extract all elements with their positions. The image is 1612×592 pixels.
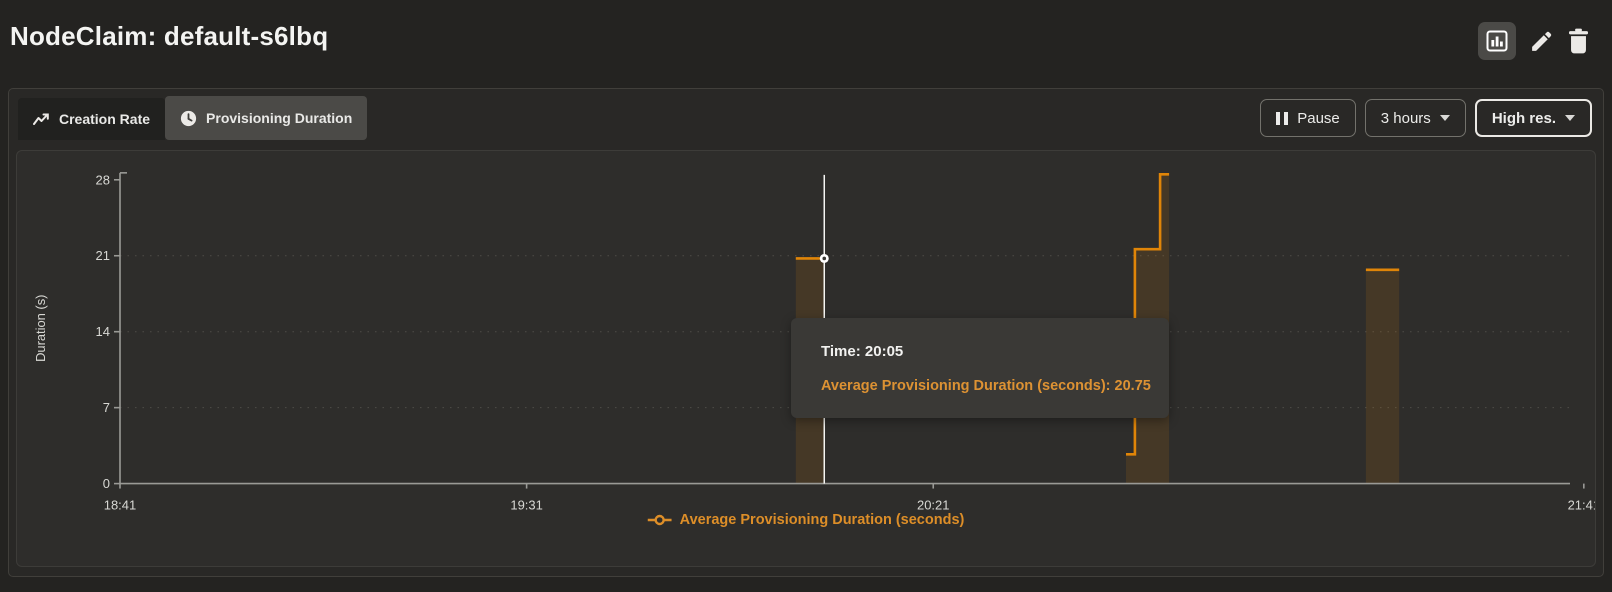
time-range-select[interactable]: 3 hours (1365, 99, 1466, 137)
header-actions (1478, 21, 1590, 61)
legend-marker-icon (648, 514, 672, 526)
svg-text:19:31: 19:31 (510, 497, 543, 512)
svg-text:21:41: 21:41 (1568, 497, 1595, 512)
svg-text:21: 21 (96, 248, 110, 263)
tab-label: Provisioning Duration (206, 110, 352, 126)
y-axis-title: Duration (s) (33, 295, 48, 362)
tooltip-time: Time: 20:05 (821, 343, 1151, 360)
edit-button[interactable] (1529, 29, 1554, 54)
svg-text:7: 7 (103, 400, 110, 415)
svg-text:0: 0 (103, 476, 110, 491)
legend-label: Average Provisioning Duration (seconds) (680, 512, 965, 528)
chevron-down-icon (1440, 115, 1450, 121)
chart-panel: Creation Rate Provisioning Duration Paus… (8, 88, 1604, 577)
pause-icon (1276, 112, 1288, 125)
tab-label: Creation Rate (59, 111, 150, 127)
svg-text:18:41: 18:41 (104, 497, 137, 512)
pause-label: Pause (1297, 110, 1340, 127)
chart-card: 0 7 14 21 28 18:41 19:31 20:21 21:41 Duration (s)… (16, 150, 1596, 567)
series-area (1366, 270, 1399, 484)
tooltip-series-value: Average Provisioning Duration (seconds):… (821, 378, 1151, 394)
trash-icon (1567, 28, 1590, 54)
resolution-select[interactable]: High res. (1475, 99, 1592, 137)
chart-legend[interactable]: Average Provisioning Duration (seconds) (648, 512, 965, 528)
delete-button[interactable] (1567, 28, 1590, 54)
bar-chart-icon (1486, 30, 1508, 52)
svg-text:28: 28 (96, 172, 110, 187)
clock-icon (180, 110, 197, 127)
svg-text:14: 14 (96, 324, 110, 339)
pause-button[interactable]: Pause (1260, 99, 1356, 137)
page-title: NodeClaim: default-s6lbq (10, 21, 328, 52)
chart-view-button[interactable] (1478, 22, 1516, 60)
tab-bar: Creation Rate Provisioning Duration (18, 96, 367, 140)
tab-creation-rate[interactable]: Creation Rate (18, 98, 165, 140)
resolution-value: High res. (1492, 110, 1556, 127)
pencil-icon (1529, 29, 1554, 54)
tab-provisioning-duration[interactable]: Provisioning Duration (165, 96, 367, 140)
chart-tooltip: Time: 20:05 Average Provisioning Duratio… (791, 318, 1169, 418)
toolbar-controls: Pause 3 hours High res. (1260, 99, 1592, 137)
svg-text:20:21: 20:21 (917, 497, 950, 512)
trend-line-icon (33, 112, 50, 127)
chevron-down-icon (1565, 115, 1575, 121)
time-range-value: 3 hours (1381, 110, 1431, 127)
chart-toolbar: Creation Rate Provisioning Duration Paus… (18, 93, 1592, 143)
